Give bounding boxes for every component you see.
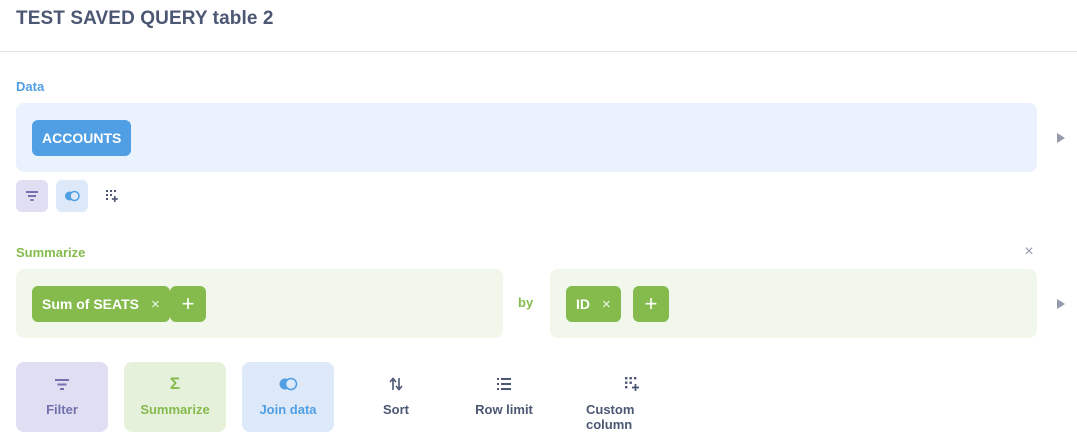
action-sort[interactable]: Sort xyxy=(350,362,442,432)
add-breakout-button[interactable]: + xyxy=(633,286,669,322)
breakout-label: ID xyxy=(576,296,590,312)
add-filter-button[interactable] xyxy=(16,180,48,212)
by-label: by xyxy=(518,295,534,310)
add-custom-column-button[interactable] xyxy=(96,180,128,212)
sort-icon xyxy=(389,377,403,391)
remove-summarize-button[interactable]: × xyxy=(1022,244,1036,260)
add-metric-button[interactable]: + xyxy=(170,286,206,322)
breakout-pill[interactable]: ID × xyxy=(566,286,621,322)
metrics-box: Sum of SEATS × + xyxy=(16,269,503,338)
action-summarize[interactable]: Σ Summarize xyxy=(124,362,226,432)
action-label: Sort xyxy=(383,402,409,417)
join-icon xyxy=(65,190,80,202)
breakouts-box: ID × + xyxy=(550,269,1037,338)
action-label: Filter xyxy=(46,402,78,417)
action-label: Custom column xyxy=(586,402,635,432)
table-pill[interactable]: ACCOUNTS xyxy=(32,120,132,156)
sigma-icon: Σ xyxy=(169,374,181,393)
action-custom-column[interactable]: Custom column xyxy=(586,362,678,432)
custom-column-icon xyxy=(625,377,639,391)
action-row-limit[interactable]: Row limit xyxy=(458,362,550,432)
close-icon[interactable]: × xyxy=(151,296,160,313)
close-icon[interactable]: × xyxy=(602,296,611,313)
data-step: ACCOUNTS xyxy=(16,103,1037,172)
page-title: TEST SAVED QUERY table 2 xyxy=(16,8,274,29)
summarize-section-label: Summarize xyxy=(16,245,86,260)
action-label: Row limit xyxy=(475,402,533,417)
add-join-button[interactable] xyxy=(56,180,88,212)
filter-icon xyxy=(26,191,38,201)
header: TEST SAVED QUERY table 2 xyxy=(0,0,1077,52)
metric-label: Sum of SEATS xyxy=(42,296,139,312)
data-preview-arrow-icon[interactable] xyxy=(1057,133,1065,143)
list-icon xyxy=(497,378,511,390)
filter-icon xyxy=(55,378,69,390)
metric-pill[interactable]: Sum of SEATS × xyxy=(32,286,170,322)
action-label: Summarize xyxy=(140,402,210,417)
custom-column-icon xyxy=(106,190,118,202)
join-icon xyxy=(279,377,298,391)
data-section-label: Data xyxy=(16,79,45,94)
action-join[interactable]: Join data xyxy=(242,362,334,432)
action-label: Join data xyxy=(259,402,317,417)
action-filter[interactable]: Filter xyxy=(16,362,108,432)
summarize-preview-arrow-icon[interactable] xyxy=(1057,299,1065,309)
